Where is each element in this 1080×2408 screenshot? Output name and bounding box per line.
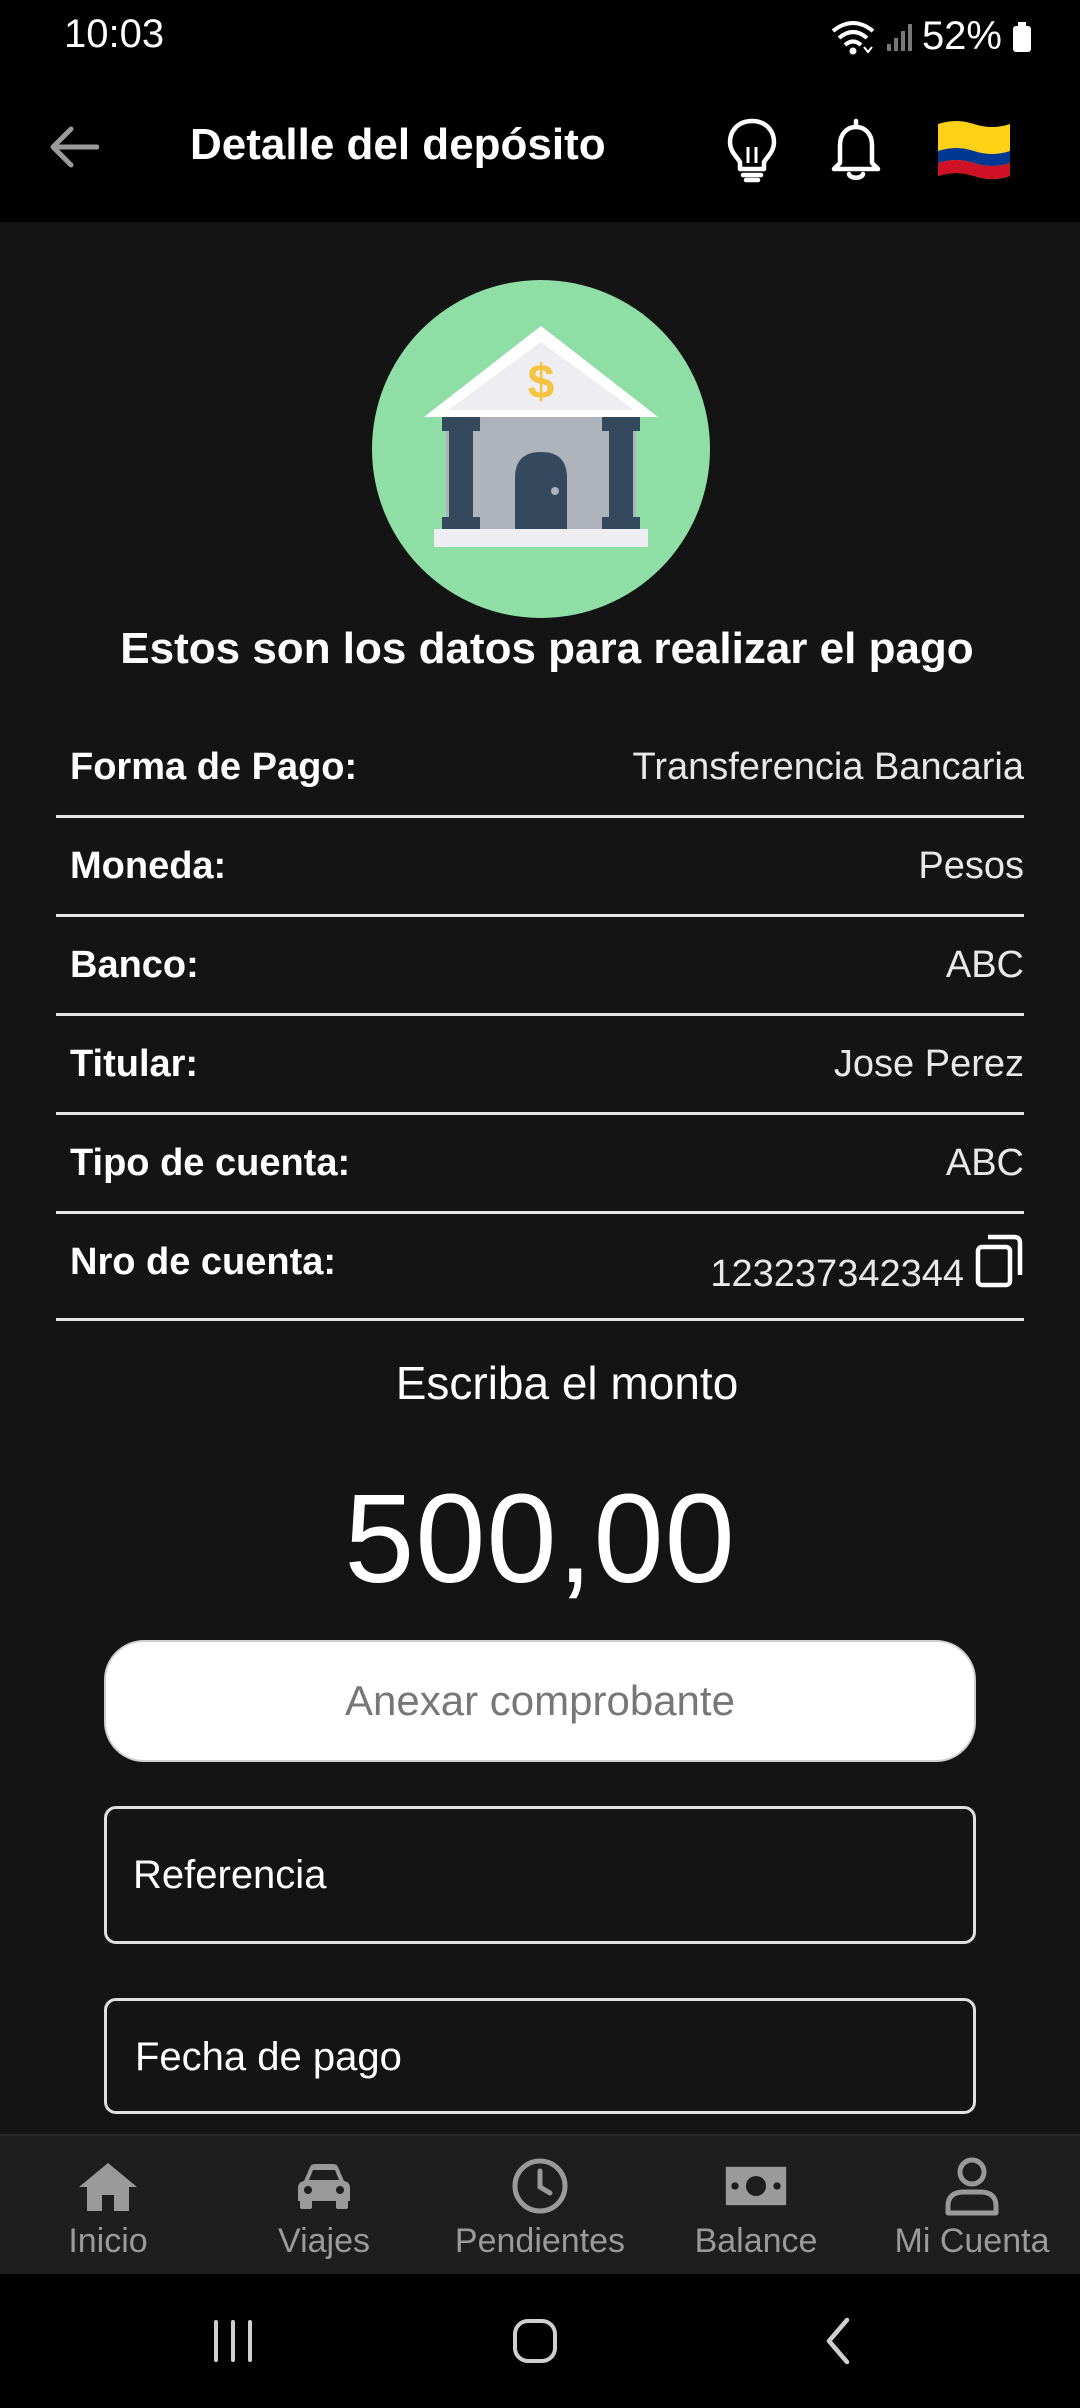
notifications-button[interactable] (820, 110, 892, 190)
clock-icon (508, 2154, 572, 2218)
nav-label: Viajes (278, 2222, 370, 2260)
status-time: 10:03 (64, 12, 165, 56)
detail-label: Banco: (70, 944, 199, 986)
colombia-flag-icon (938, 121, 1010, 179)
payment-instructions-heading: Estos son los datos para realizar el pag… (120, 624, 974, 673)
back-button[interactable] (36, 110, 110, 184)
main-content: $ Estos son los datos para realizar el p… (0, 222, 1080, 2134)
app-bar: Detalle del depósito (0, 72, 1080, 222)
attach-receipt-button[interactable]: Anexar comprobante (104, 1640, 976, 1762)
detail-row-holder: Titular: Jose Perez (56, 1017, 1024, 1115)
nav-label: Pendientes (454, 2222, 626, 2260)
home-icon (76, 2154, 140, 2218)
svg-text:$: $ (528, 356, 555, 409)
detail-row-account-number: Nro de cuenta: 123237342344 (56, 1215, 1024, 1321)
car-icon (292, 2154, 356, 2218)
lightbulb-icon (727, 118, 777, 183)
home-system-button[interactable] (490, 2304, 580, 2378)
amount-input[interactable]: 500,00 (0, 1466, 1080, 1611)
detail-label: Titular: (70, 1043, 199, 1085)
cash-icon (724, 2154, 788, 2218)
nav-item-mi-cuenta[interactable]: Mi Cuenta (864, 2136, 1080, 2276)
nav-item-viajes[interactable]: Viajes (216, 2136, 432, 2276)
detail-row-payment-method: Forma de Pago: Transferencia Bancaria (56, 720, 1024, 818)
copy-icon[interactable] (974, 1233, 1024, 1289)
bank-icon: $ (424, 326, 658, 547)
signal-icon (886, 22, 912, 52)
detail-row-account-type: Tipo de cuenta: ABC (56, 1116, 1024, 1214)
detail-value: ABC (945, 944, 1024, 986)
recent-apps-icon (214, 2320, 252, 2362)
tips-button[interactable] (716, 110, 788, 190)
status-bar: 10:03 52% (0, 0, 1080, 72)
arrow-left-icon (50, 126, 99, 168)
recent-apps-button[interactable] (188, 2304, 278, 2378)
detail-label: Tipo de cuenta: (70, 1142, 351, 1184)
battery-icon (1012, 21, 1032, 53)
payment-date-label: Fecha de pago (135, 2035, 402, 2079)
reference-label: Referencia (133, 1853, 327, 1897)
account-number-value: 123237342344 (710, 1253, 964, 1295)
nav-item-pendientes[interactable]: Pendientes (432, 2136, 648, 2276)
chevron-left-icon (826, 2317, 850, 2365)
bank-illustration: $ (372, 280, 710, 618)
page-title: Detalle del depósito (190, 120, 606, 169)
nav-label: Balance (694, 2222, 818, 2260)
home-circle-icon (513, 2319, 557, 2363)
detail-value: Pesos (918, 845, 1024, 887)
system-navigation-bar (0, 2274, 1080, 2408)
status-icons: 52% (830, 14, 1032, 59)
reference-field[interactable]: Referencia (104, 1806, 976, 1944)
bottom-navigation: Inicio Viajes Pendientes Balance Mi Cuen… (0, 2134, 1080, 2274)
nav-label: Inicio (68, 2222, 148, 2260)
bell-icon (831, 118, 881, 180)
country-flag-button[interactable] (936, 118, 1012, 182)
payment-date-field[interactable]: Fecha de pago (104, 1998, 976, 2114)
detail-value: Jose Perez (833, 1043, 1024, 1085)
detail-value: ABC (945, 1142, 1024, 1184)
detail-row-bank: Banco: ABC (56, 918, 1024, 1016)
nav-item-balance[interactable]: Balance (648, 2136, 864, 2276)
detail-label: Moneda: (70, 845, 227, 887)
detail-value: Transferencia Bancaria (632, 746, 1024, 788)
wifi-icon (830, 19, 876, 55)
amount-label: Escriba el monto (395, 1357, 739, 1409)
user-icon (940, 2154, 1004, 2218)
detail-label: Nro de cuenta: (70, 1241, 337, 1283)
nav-item-inicio[interactable]: Inicio (0, 2136, 216, 2276)
detail-label: Forma de Pago: (70, 746, 358, 788)
back-system-button[interactable] (794, 2304, 884, 2378)
nav-label: Mi Cuenta (894, 2222, 1050, 2260)
detail-row-currency: Moneda: Pesos (56, 819, 1024, 917)
battery-percent: 52% (921, 14, 1002, 58)
